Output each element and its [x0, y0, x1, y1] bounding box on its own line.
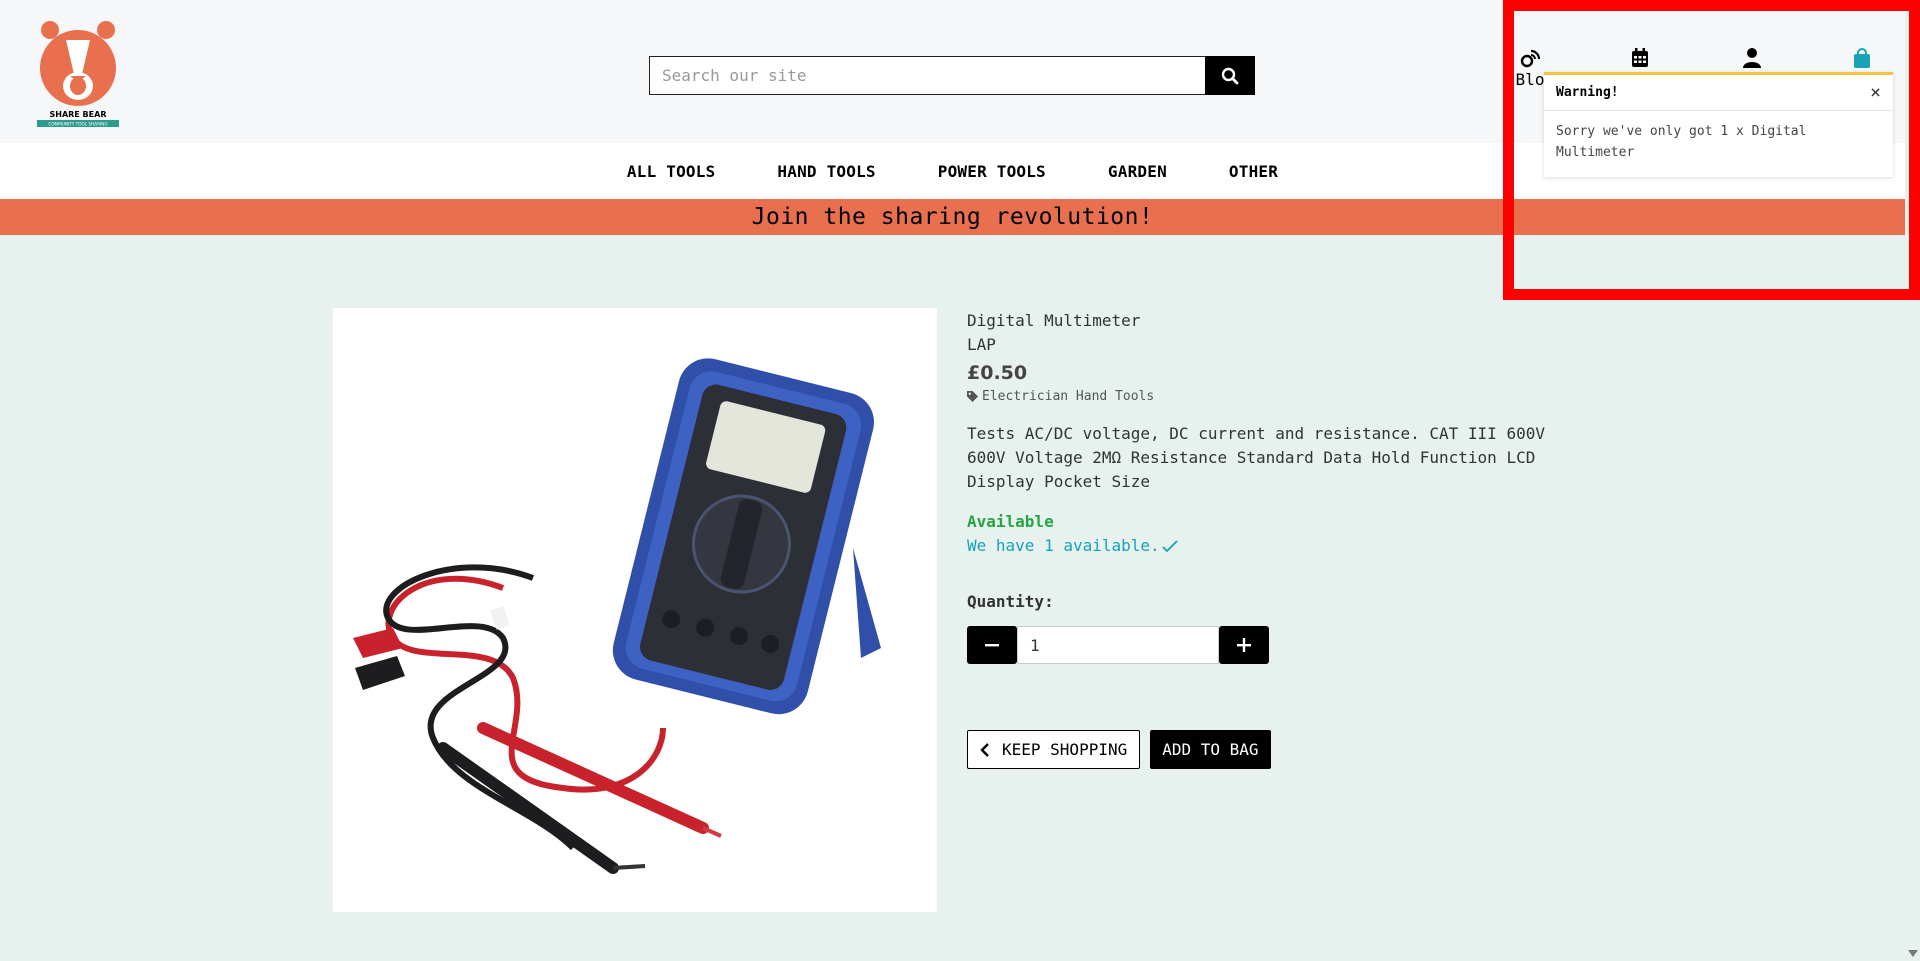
search-icon: [1221, 67, 1239, 84]
nav-power-tools[interactable]: POWER TOOLS: [938, 162, 1046, 181]
quantity-label: Quantity:: [967, 592, 1054, 611]
warning-toast: Warning! × Sorry we've only got 1 x Digi…: [1544, 72, 1893, 177]
add-to-bag-button[interactable]: ADD TO BAG: [1150, 730, 1271, 769]
decrement-button[interactable]: [967, 626, 1017, 664]
available-count-text: We have 1 available.: [967, 536, 1160, 555]
product-category-label: Electrician Hand Tools: [982, 389, 1155, 404]
quantity-input[interactable]: [1017, 626, 1219, 664]
minus-icon: [985, 644, 999, 647]
product-price: £0.50: [967, 362, 1028, 384]
bear-logo-icon: SHARE BEAR COMMUNITY TOOL SHARING: [37, 21, 119, 127]
toast-message: Sorry we've only got 1 x Digital Multime…: [1556, 124, 1807, 160]
share-bear-logo[interactable]: SHARE BEAR COMMUNITY TOOL SHARING: [36, 18, 120, 128]
product-details: Digital Multimeter LAP £0.50 Electrician…: [967, 309, 1567, 769]
action-buttons: KEEP SHOPPING ADD TO BAG: [967, 730, 1567, 769]
tag-icon: [967, 391, 978, 402]
product-brand: LAP: [967, 335, 996, 354]
search-input[interactable]: [649, 56, 1205, 95]
search-form: [649, 56, 1255, 95]
logo-tagline: COMMUNITY TOOL SHARING: [48, 122, 107, 127]
product-description: Tests AC/DC voltage, DC current and resi…: [967, 424, 1545, 491]
close-icon[interactable]: ×: [1870, 83, 1881, 102]
scroll-down-arrow[interactable]: [1908, 950, 1918, 957]
nav-garden[interactable]: GARDEN: [1108, 162, 1167, 181]
availability-status: Available: [967, 512, 1054, 531]
banner-text: Join the sharing revolution!: [751, 204, 1154, 230]
search-button[interactable]: [1205, 56, 1255, 95]
multimeter-image: [353, 358, 881, 874]
logo-text: SHARE BEAR: [50, 110, 107, 119]
nav-hand-tools[interactable]: HAND TOOLS: [777, 162, 875, 181]
product-image: [333, 308, 937, 912]
product-name: Digital Multimeter: [967, 311, 1141, 330]
keep-shopping-label: KEEP SHOPPING: [1002, 740, 1128, 759]
plus-icon: [1237, 638, 1251, 652]
nav-other[interactable]: OTHER: [1229, 162, 1278, 181]
keep-shopping-button[interactable]: KEEP SHOPPING: [967, 730, 1141, 769]
chevron-left-icon: [980, 742, 989, 757]
product-category[interactable]: Electrician Hand Tools: [967, 389, 1567, 404]
toast-header: Warning! ×: [1544, 75, 1893, 111]
nav-all-tools[interactable]: ALL TOOLS: [627, 162, 716, 181]
toast-title: Warning!: [1556, 85, 1619, 100]
quantity-stepper: [967, 626, 1567, 664]
increment-button[interactable]: [1219, 626, 1269, 664]
available-count: We have 1 available.: [967, 534, 1567, 558]
check-icon: [1162, 540, 1178, 553]
